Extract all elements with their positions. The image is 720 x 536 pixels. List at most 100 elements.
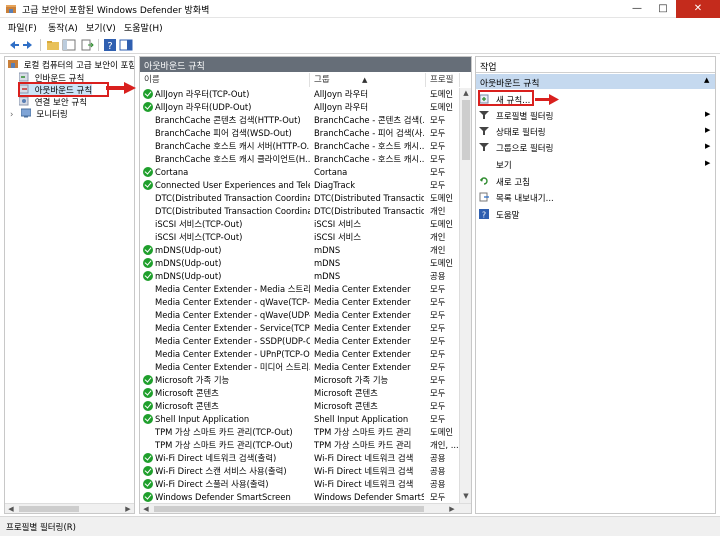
table-row[interactable]: Media Center Extender - Service(TCP-O...…	[140, 322, 460, 335]
menu-action[interactable]: 동작(A)	[48, 21, 78, 34]
menu-view[interactable]: 보기(V)	[86, 21, 116, 34]
scroll-right-icon[interactable]: ▶	[122, 504, 134, 513]
table-row[interactable]: iSCSI 서비스(TCP-Out) iSCSI 서비스 개인	[140, 231, 460, 244]
rule-group: Media Center Extender	[314, 310, 411, 320]
action-item[interactable]: 상태로 필터링 ▶	[476, 124, 715, 138]
expand-chevron-icon[interactable]: ›	[10, 110, 18, 120]
enabled-check-icon	[143, 180, 153, 190]
rule-name: Shell Input Application	[155, 414, 250, 424]
close-button[interactable]: ✕	[676, 0, 720, 18]
rule-name: Microsoft 가족 기능	[155, 375, 230, 385]
action-item[interactable]: ? 도움말	[476, 207, 715, 221]
column-header-group[interactable]: 그룹 ▲	[310, 73, 426, 87]
action-item[interactable]: 목록 내보내기...	[476, 190, 715, 204]
table-row[interactable]: Microsoft 가족 기능 Microsoft 가족 기능 모두	[140, 374, 460, 387]
rule-name: Media Center Extender - Service(TCP-O...	[155, 323, 310, 333]
table-row[interactable]: Cortana Cortana 모두	[140, 166, 460, 179]
table-row[interactable]: mDNS(Udp-out) mDNS 도메인	[140, 257, 460, 270]
table-row[interactable]: Media Center Extender - qWave(TCP-Out) Me…	[140, 296, 460, 309]
actions-title: 작업	[476, 57, 715, 73]
rule-profile: 개인	[430, 245, 446, 255]
action-item-label: 보기	[496, 161, 512, 171]
table-row[interactable]: Microsoft 콘텐츠 Microsoft 콘텐츠 모두	[140, 387, 460, 400]
rule-profile: 모두	[430, 323, 446, 333]
table-row[interactable]: Wi-Fi Direct 스풀러 사용(출력) Wi-Fi Direct 네트워크…	[140, 478, 460, 491]
rule-profile: 개인, ...	[430, 440, 458, 450]
export-list-icon[interactable]	[80, 38, 94, 52]
menu-help[interactable]: 도움말(H)	[124, 21, 163, 34]
table-row[interactable]: BranchCache 피어 검색(WSD-Out) BranchCache - …	[140, 127, 460, 140]
table-row[interactable]: iSCSI 서비스(TCP-Out) iSCSI 서비스 도메인	[140, 218, 460, 231]
scroll-left-icon[interactable]: ◀	[5, 504, 17, 513]
action-item[interactable]: 프로필별 필터링 ▶	[476, 108, 715, 122]
table-row[interactable]: Connected User Experiences and Teleme...…	[140, 179, 460, 192]
back-icon[interactable]	[6, 38, 20, 52]
tree-root[interactable]: 로컬 컴퓨터의 고급 보안이 포함	[8, 59, 134, 71]
rules-vertical-scrollbar[interactable]: ▲ ▼	[459, 88, 471, 503]
rule-name: AllJoyn 라우터(TCP-Out)	[155, 89, 250, 99]
annotation-arrow-icon	[535, 94, 559, 105]
annotation-arrow-icon	[106, 82, 136, 94]
table-row[interactable]: AllJoyn 라우터(UDP-Out) AllJoyn 라우터 도메인	[140, 101, 460, 114]
table-row[interactable]: BranchCache 호스트 캐시 클라이언트(H... BranchCache…	[140, 153, 460, 166]
scroll-up-icon[interactable]: ▲	[460, 88, 471, 98]
enabled-check-icon	[143, 466, 153, 476]
rule-name: BranchCache 피어 검색(WSD-Out)	[155, 128, 292, 138]
inbound-rules-icon	[19, 72, 29, 82]
table-row[interactable]: TPM 가상 스마트 카드 관리(TCP-Out) TPM 가상 스마트 카드 관…	[140, 426, 460, 439]
forward-icon[interactable]	[22, 38, 36, 52]
scroll-thumb[interactable]	[154, 506, 424, 512]
table-row[interactable]: mDNS(Udp-out) mDNS 개인	[140, 244, 460, 257]
submenu-arrow-icon: ▶	[705, 110, 711, 118]
table-row[interactable]: BranchCache 콘텐츠 검색(HTTP-Out) BranchCache …	[140, 114, 460, 127]
collapse-up-icon[interactable]: ▲	[704, 76, 709, 84]
scroll-right-icon[interactable]: ▶	[446, 504, 458, 513]
svg-text:?: ?	[482, 211, 486, 220]
table-row[interactable]: Media Center Extender - qWave(UDP-O... Me…	[140, 309, 460, 322]
show-hide-tree-icon[interactable]	[62, 38, 76, 52]
scroll-down-icon[interactable]: ▼	[460, 491, 471, 501]
menu-file[interactable]: 파일(F)	[8, 21, 37, 34]
action-item[interactable]: 그룹으로 필터링 ▶	[476, 140, 715, 154]
table-row[interactable]: Media Center Extender - UPnP(TCP-Out) Med…	[140, 348, 460, 361]
table-row[interactable]: DTC(Distributed Transaction Coordinato..…	[140, 192, 460, 205]
table-row[interactable]: Media Center Extender - 미디어 스트리... Media …	[140, 361, 460, 374]
tree-item-monitoring[interactable]: › 모니터링	[10, 108, 68, 120]
table-row[interactable]: TPM 가상 스마트 카드 관리(TCP-Out) TPM 가상 스마트 카드 관…	[140, 439, 460, 452]
table-row[interactable]: DTC(Distributed Transaction Coordinato..…	[140, 205, 460, 218]
show-action-pane-icon[interactable]	[119, 38, 133, 52]
column-header-profile[interactable]: 프로필	[426, 73, 460, 87]
table-row[interactable]: mDNS(Udp-out) mDNS 공용	[140, 270, 460, 283]
table-row[interactable]: Media Center Extender - Media 스트리... Medi…	[140, 283, 460, 296]
rule-group: AllJoyn 라우터	[314, 102, 369, 112]
rule-name: Media Center Extender - SSDP(UDP-Out)	[155, 336, 310, 346]
rule-group: Wi-Fi Direct 네트워크 검색	[314, 466, 414, 476]
table-row[interactable]: Microsoft 콘텐츠 Microsoft 콘텐츠 모두	[140, 400, 460, 413]
action-item[interactable]: 새로 고침	[476, 174, 715, 188]
scroll-left-icon[interactable]: ◀	[140, 504, 152, 513]
table-row[interactable]: Media Center Extender - SSDP(UDP-Out) Med…	[140, 335, 460, 348]
enabled-check-icon	[143, 492, 153, 502]
minimize-button[interactable]: —	[624, 0, 650, 18]
column-header-name[interactable]: 이름	[140, 73, 310, 87]
action-item[interactable]: 보기 ▶	[476, 157, 715, 171]
actions-section-header[interactable]: 아웃바운드 규칙 ▲	[476, 74, 715, 89]
tree-horizontal-scrollbar[interactable]: ◀ ▶	[5, 503, 134, 513]
table-row[interactable]: BranchCache 호스트 캐시 서버(HTTP-O... BranchCac…	[140, 140, 460, 153]
rule-group: BranchCache - 호스트 캐시...	[314, 154, 424, 164]
rules-horizontal-scrollbar[interactable]: ◀ ▶	[140, 503, 471, 513]
help-icon[interactable]: ?	[103, 38, 117, 52]
tree-item-connection-security-rules[interactable]: 연결 보안 규칙	[19, 96, 87, 108]
action-item-label: 목록 내보내기...	[496, 194, 554, 204]
rule-profile: 모두	[430, 362, 446, 372]
table-row[interactable]: Shell Input Application Shell Input Appli…	[140, 413, 460, 426]
table-row[interactable]: AllJoyn 라우터(TCP-Out) AllJoyn 라우터 도메인	[140, 88, 460, 101]
table-row[interactable]: Wi-Fi Direct 네트워크 검색(출력) Wi-Fi Direct 네트워…	[140, 452, 460, 465]
up-folder-icon[interactable]	[46, 38, 60, 52]
rule-group: DiagTrack	[314, 180, 356, 190]
scroll-thumb[interactable]	[462, 100, 470, 160]
maximize-button[interactable]: □	[650, 0, 676, 18]
table-row[interactable]: Wi-Fi Direct 스캔 서비스 사용(출력) Wi-Fi Direct 네…	[140, 465, 460, 478]
rule-name: mDNS(Udp-out)	[155, 245, 222, 255]
scroll-thumb[interactable]	[19, 506, 79, 512]
